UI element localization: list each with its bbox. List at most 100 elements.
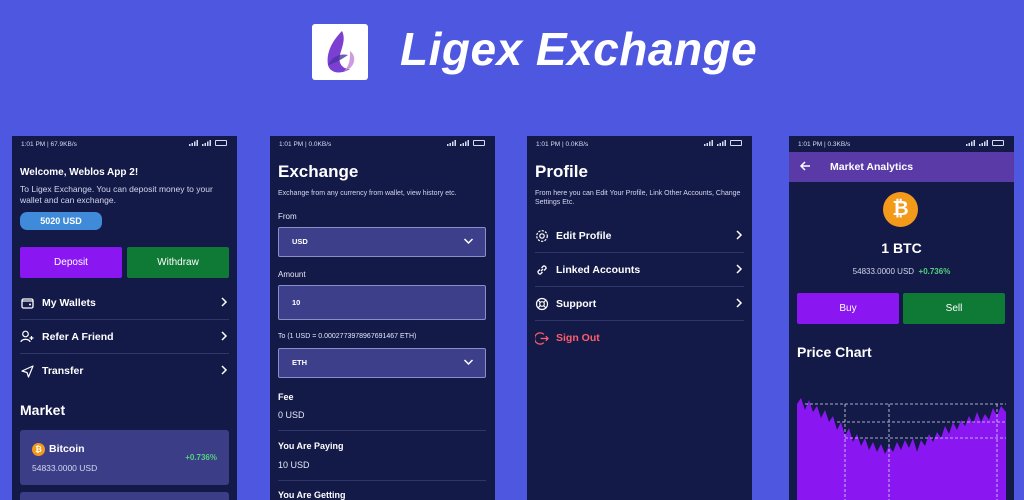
send-icon xyxy=(20,364,34,378)
menu-item-my-wallets[interactable]: My Wallets xyxy=(20,286,229,320)
signal-icon xyxy=(979,140,988,146)
page-title: Exchange xyxy=(278,162,359,181)
divider xyxy=(278,480,486,481)
status-bar: 1:01 PM | 0.0KB/s xyxy=(270,136,495,154)
deposit-button[interactable]: Deposit xyxy=(20,247,122,278)
menu-item-refer-a-friend[interactable]: Refer A Friend xyxy=(20,320,229,354)
link-icon xyxy=(535,263,549,277)
menu-item-label: Linked Accounts xyxy=(556,263,641,276)
battery-icon xyxy=(992,140,1004,146)
gear-icon xyxy=(535,229,549,243)
amount-label: Amount xyxy=(278,270,306,279)
app-bar: Market Analytics xyxy=(789,152,1014,182)
header-banner: Ligex Exchange xyxy=(0,0,1024,100)
chevron-right-icon xyxy=(736,298,743,308)
battery-icon xyxy=(730,140,742,146)
amount-value: 10 xyxy=(292,298,301,307)
rate-label: To (1 USD = 0.0002773978967691467 ETH) xyxy=(278,333,417,340)
page-title: Profile xyxy=(535,162,588,181)
menu-item-label: Transfer xyxy=(42,365,84,377)
from-label: From xyxy=(278,212,297,221)
lifebuoy-icon xyxy=(535,297,549,311)
sign-out-icon xyxy=(535,331,549,345)
amount-input[interactable]: 10 xyxy=(278,285,486,320)
divider xyxy=(278,430,486,431)
home-screen: 1:01 PM | 67.9KB/s Welcome, Weblos App 2… xyxy=(12,136,237,500)
chevron-right-icon xyxy=(736,264,743,274)
coin-price: 54833.0000 USD xyxy=(32,463,98,473)
menu-item-linked-accounts[interactable]: Linked Accounts xyxy=(535,253,744,287)
bitcoin-icon: ₿ xyxy=(32,443,45,456)
menu-item-label: Edit Profile xyxy=(556,229,612,242)
chevron-down-icon xyxy=(463,238,474,245)
wallet-icon xyxy=(20,296,34,310)
signal-icon xyxy=(447,140,456,146)
coin-amount: 1 BTC xyxy=(881,240,922,256)
menu-item-transfer[interactable]: Transfer xyxy=(20,354,229,388)
chevron-right-icon xyxy=(736,230,743,240)
from-currency-value: USD xyxy=(292,237,308,246)
getting-label: You Are Getting xyxy=(278,490,346,500)
add-user-icon xyxy=(20,330,34,344)
analytics-screen: 1:01 PM | 0.3KB/s Market Analytics ₿ 1 B… xyxy=(789,136,1014,500)
sign-out-button[interactable]: Sign Out xyxy=(535,321,744,355)
signal-icon xyxy=(202,140,211,146)
chevron-right-icon xyxy=(221,331,228,341)
balance-badge: 5020 USD xyxy=(20,212,102,230)
paying-value: 10 USD xyxy=(278,460,310,470)
menu-item-support[interactable]: Support xyxy=(535,287,744,321)
menu-item-label: Refer A Friend xyxy=(42,330,114,343)
signal-icon xyxy=(460,140,469,146)
chevron-down-icon xyxy=(463,359,474,366)
status-text: 1:01 PM | 67.9KB/s xyxy=(21,141,77,148)
market-heading: Market xyxy=(20,402,66,418)
coin-price-line: 54833.0000 USD +0.736% xyxy=(789,267,1014,276)
fee-value: 0 USD xyxy=(278,410,305,420)
signal-icon xyxy=(704,140,713,146)
status-bar: 1:01 PM | 67.9KB/s xyxy=(12,136,237,154)
signal-icon xyxy=(966,140,975,146)
menu-item-label: Support xyxy=(556,297,597,310)
signal-icon xyxy=(189,140,198,146)
menu-item-label: My Wallets xyxy=(42,296,96,309)
price-chart-area xyxy=(797,398,1006,500)
status-text: 1:01 PM | 0.0KB/s xyxy=(536,141,589,148)
menu-item-edit-profile[interactable]: Edit Profile xyxy=(535,219,744,253)
coin-change: +0.736% xyxy=(918,267,951,276)
battery-icon xyxy=(473,140,485,146)
signal-icon xyxy=(717,140,726,146)
sell-button[interactable]: Sell xyxy=(903,293,1005,324)
coin-price: 54833.0000 USD xyxy=(852,267,915,276)
exchange-screen: 1:01 PM | 0.0KB/s Exchange Exchange from… xyxy=(270,136,495,500)
status-bar: 1:01 PM | 0.0KB/s xyxy=(527,136,752,154)
buy-button[interactable]: Buy xyxy=(797,293,899,324)
chevron-right-icon xyxy=(221,297,228,307)
page-description: From here you can Edit Your Profile, Lin… xyxy=(535,190,741,206)
chevron-right-icon xyxy=(221,365,228,375)
paying-label: You Are Paying xyxy=(278,441,344,451)
intro-text: To Ligex Exchange. You can deposit money… xyxy=(20,184,213,205)
price-chart xyxy=(797,398,1006,500)
status-text: 1:01 PM | 0.3KB/s xyxy=(798,141,851,148)
welcome-text: Welcome, Weblos App 2! xyxy=(20,167,139,178)
coin-name: Bitcoin xyxy=(49,443,85,455)
page-description: Exchange from any currency from wallet, … xyxy=(278,190,457,197)
market-card[interactable] xyxy=(20,492,229,500)
profile-screen: 1:01 PM | 0.0KB/s Profile From here you … xyxy=(527,136,752,500)
back-arrow-icon[interactable] xyxy=(799,160,811,172)
battery-icon xyxy=(215,140,227,146)
market-card-bitcoin[interactable]: ₿ Bitcoin 54833.0000 USD +0.736% xyxy=(20,430,229,485)
app-bar-title: Market Analytics xyxy=(830,161,914,173)
status-text: 1:01 PM | 0.0KB/s xyxy=(279,141,332,148)
withdraw-button[interactable]: Withdraw xyxy=(127,247,229,278)
app-title: Ligex Exchange xyxy=(400,23,758,75)
fee-label: Fee xyxy=(278,392,294,402)
bitcoin-icon: ₿ xyxy=(883,192,918,227)
sign-out-label: Sign Out xyxy=(556,332,600,344)
to-currency-select[interactable]: ETH xyxy=(278,348,486,378)
from-currency-select[interactable]: USD xyxy=(278,227,486,257)
app-logo xyxy=(312,24,368,80)
to-currency-value: ETH xyxy=(292,358,307,367)
chart-title: Price Chart xyxy=(797,344,872,360)
coin-change: +0.736% xyxy=(185,453,217,462)
